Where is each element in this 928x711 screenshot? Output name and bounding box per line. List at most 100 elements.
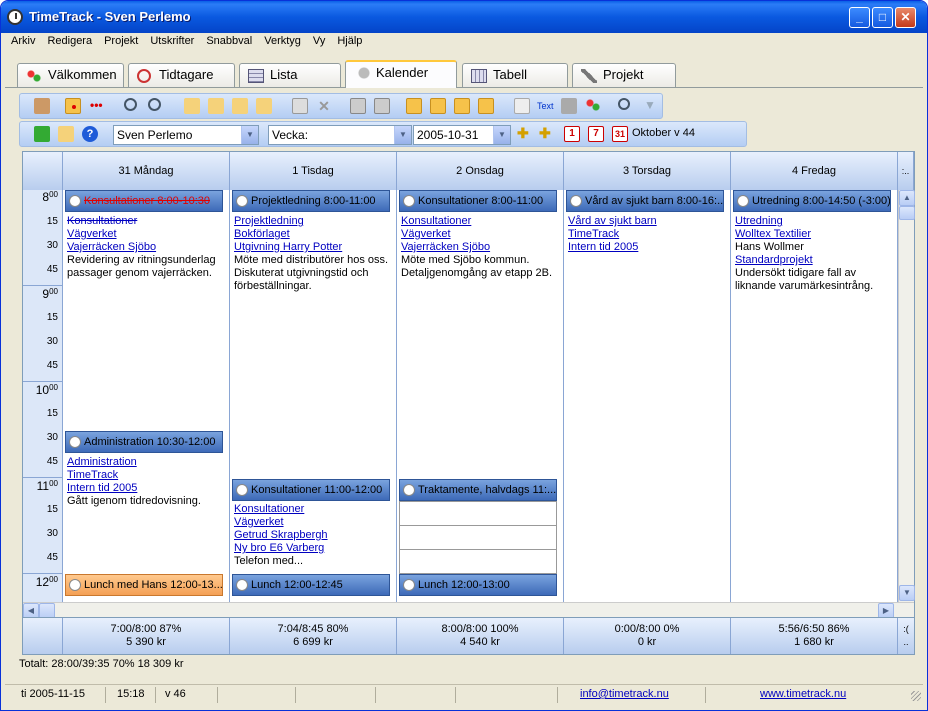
event-link[interactable]: Getrud Skrapbergh [234,529,389,542]
event-link[interactable]: Wolltex Textilier [735,228,890,241]
event-link[interactable]: Utgivning Harry Potter [234,241,389,254]
users-icon[interactable] [585,98,601,114]
event-header[interactable]: Administration 10:30-12:00 [65,431,223,453]
menu-redigera[interactable]: Redigera [41,33,98,47]
event-link[interactable]: Vajerräcken Sjöbo [67,241,222,254]
print-icon[interactable] [350,98,366,114]
event-header[interactable]: Vård av sjukt barn 8:00-16:... [566,190,724,212]
event-link[interactable]: Intern tid 2005 [568,241,723,254]
day-column-wednesday[interactable]: Konsultationer 8:00-11:00 Konsultationer… [397,190,564,602]
scroll-thumb[interactable] [899,206,915,220]
horizontal-scrollbar[interactable]: ◀ ▶ [23,602,914,619]
multi-dot-view-button[interactable]: ••• [90,98,106,114]
event-body[interactable]: Vård av sjukt barn TimeTrack Intern tid … [568,215,723,254]
website-link[interactable]: www.timetrack.nu [760,688,846,700]
event-link[interactable]: Projektledning [234,215,389,228]
event-header[interactable]: Konsultationer 8:00-11:00 [399,190,557,212]
event-link[interactable]: Intern tid 2005 [67,482,222,495]
event-link[interactable]: Administration [67,456,222,469]
timer-mode-4-button[interactable] [478,98,494,114]
tab-tabell[interactable]: Tabell [462,63,568,87]
event-link[interactable]: Konsultationer [67,215,222,228]
exit-icon[interactable] [34,98,50,114]
tab-tidtagare[interactable]: Tidtagare [128,63,235,87]
event-body[interactable]: Utredning Wolltex Textilier Hans Wollmer… [735,215,890,293]
menu-arkiv[interactable]: Arkiv [5,33,41,47]
event-link[interactable]: Vägverket [234,516,389,529]
month-view-button[interactable]: 31 [612,126,628,142]
day-header-monday[interactable]: 31 Måndag [63,152,230,190]
menu-projekt[interactable]: Projekt [98,33,144,47]
day-header-tuesday[interactable]: 1 Tisdag [230,152,397,190]
remove-time-icon[interactable] [256,98,272,114]
resize-grip-icon[interactable] [911,691,921,701]
previous-period-icon[interactable]: ✚ [517,126,533,142]
event-header[interactable]: Lunch 12:00-13:00 [399,574,557,596]
day-header-wednesday[interactable]: 2 Onsdag [397,152,564,190]
add-time-icon[interactable] [232,98,248,114]
maximize-button[interactable]: □ [872,7,893,28]
event-header-lunch[interactable]: Lunch med Hans 12:00-13... [65,574,223,596]
event-body[interactable]: Administration TimeTrack Intern tid 2005… [67,456,222,508]
event-link[interactable]: Konsultationer [401,215,556,228]
day-header-thursday[interactable]: 3 Torsdag [564,152,731,190]
email-link[interactable]: info@timetrack.nu [580,688,669,700]
refresh-icon[interactable] [34,126,50,142]
print-preview-icon[interactable] [374,98,390,114]
tab-lista[interactable]: Lista [239,63,341,87]
event-header[interactable]: Projektledning 8:00-11:00 [232,190,390,212]
notes-icon[interactable] [514,98,530,114]
event-body[interactable]: Konsultationer Vägverket Vajerräcken Sjö… [401,215,556,280]
event-link[interactable]: TimeTrack [568,228,723,241]
day-column-friday[interactable]: Utredning 8:00-14:50 (-3:00) Utredning W… [731,190,898,602]
day-column-monday[interactable]: Konsultationer 8:00-10:30 Konsultationer… [63,190,230,602]
menu-utskrifter[interactable]: Utskrifter [144,33,200,47]
open-icon[interactable] [58,126,74,142]
settings-icon[interactable] [561,98,577,114]
event-link[interactable]: Vård av sjukt barn [568,215,723,228]
scroll-up-icon[interactable]: ▲ [899,190,915,206]
vertical-scrollbar[interactable]: ▲ ▼ [898,190,915,602]
day-column-thursday[interactable]: Vård av sjukt barn 8:00-16:... Vård av s… [564,190,731,602]
day-header-friday[interactable]: 4 Fredag [731,152,898,190]
user-select[interactable]: Sven Perlemo ▼ [113,125,259,145]
event-body[interactable]: Konsultationer Vägverket Vajerräcken Sjö… [67,215,222,280]
event-header[interactable]: Traktamente, halvdags 11:... [399,479,557,501]
event-link[interactable]: Vägverket [67,228,222,241]
event-link[interactable]: Vägverket [401,228,556,241]
event-link[interactable]: TimeTrack [67,469,222,482]
delete-icon[interactable]: ✕ [316,98,332,114]
help-icon[interactable]: ? [82,126,98,142]
zoom-in-icon[interactable] [124,98,137,111]
minimize-button[interactable]: _ [849,7,870,28]
event-link[interactable]: Ny bro E6 Varberg [234,542,389,555]
day-column-tuesday[interactable]: Projektledning 8:00-11:00 Projektledning… [230,190,397,602]
text-button[interactable]: Text [537,98,554,114]
search-icon[interactable] [618,98,630,110]
event-header[interactable]: Konsultationer 8:00-10:30 [65,190,223,212]
tab-kalender[interactable]: Kalender [345,60,457,88]
timer-mode-1-button[interactable] [406,98,422,114]
timer-mode-2-button[interactable] [430,98,446,114]
title-bar[interactable]: TimeTrack - Sven Perlemo _ □ ✕ [1,1,927,33]
event-link[interactable]: Utredning [735,215,890,228]
next-period-icon[interactable]: ✚ [539,126,555,142]
menu-snabbval[interactable]: Snabbval [200,33,258,47]
date-picker[interactable]: 2005-10-31 ▼ [413,125,511,145]
event-header[interactable]: Konsultationer 11:00-12:00 [232,479,390,501]
single-dot-view-button[interactable] [65,98,81,114]
close-button[interactable]: ✕ [895,7,916,28]
new-event-icon[interactable] [184,98,200,114]
menu-vy[interactable]: Vy [307,33,331,47]
event-link[interactable]: Konsultationer [234,503,389,516]
edit-event-icon[interactable] [208,98,224,114]
scroll-down-icon[interactable]: ▼ [899,585,915,601]
view-select[interactable]: Vecka: ▼ [268,125,412,145]
event-header[interactable]: Lunch 12:00-12:45 [232,574,390,596]
zoom-out-icon[interactable] [148,98,161,111]
event-body[interactable]: Konsultationer Vägverket Getrud Skrapber… [234,503,389,568]
copy-icon[interactable] [292,98,308,114]
event-link[interactable]: Standardprojekt [735,254,890,267]
tab-projekt[interactable]: Projekt [572,63,676,87]
event-link[interactable]: Vajerräcken Sjöbo [401,241,556,254]
